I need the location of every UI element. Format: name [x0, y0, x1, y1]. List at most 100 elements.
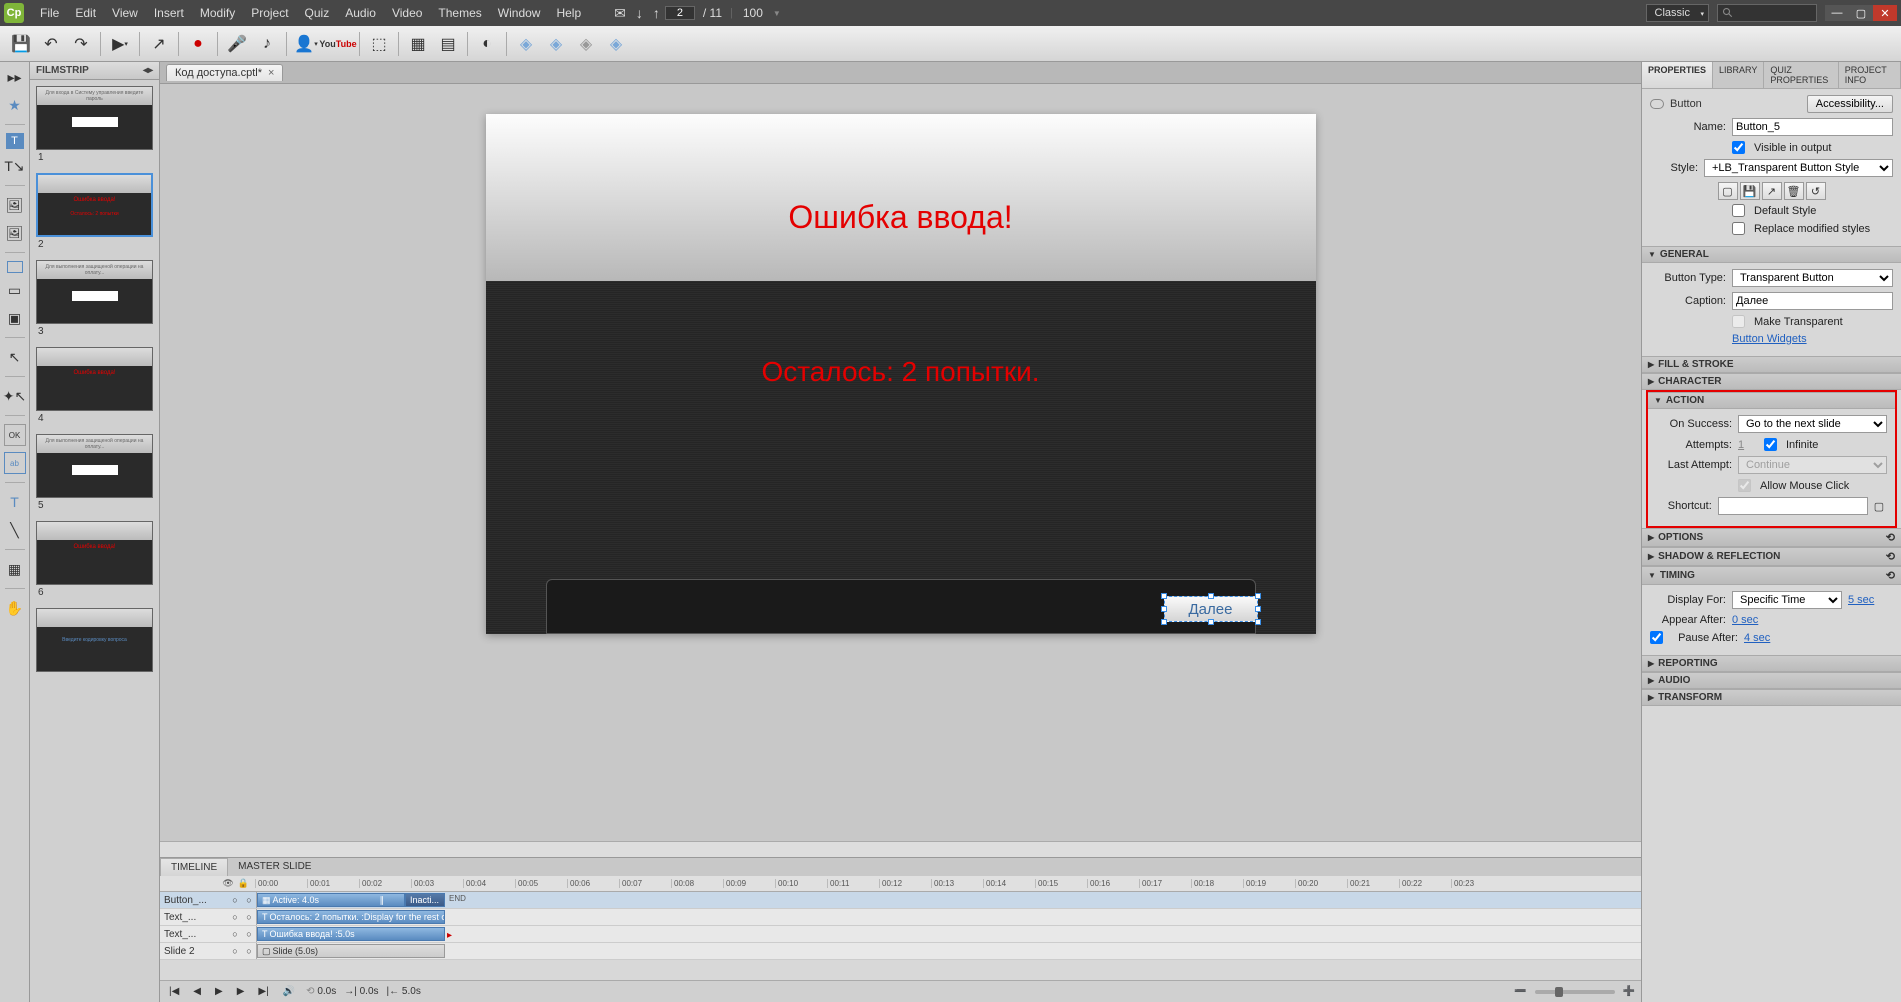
caption-input[interactable]: [1732, 292, 1893, 310]
eye-header-icon[interactable]: 👁: [222, 878, 233, 889]
tl-sound-icon[interactable]: 🔊: [280, 986, 298, 997]
menu-video[interactable]: Video: [384, 6, 430, 20]
style-delete-icon[interactable]: 🗑: [1784, 182, 1804, 200]
slide-thumb-6[interactable]: Ошибка ввода! 6: [36, 521, 153, 598]
button-tool-icon[interactable]: OK: [4, 424, 26, 446]
tab-close-icon[interactable]: ×: [268, 67, 274, 79]
interaction-icon[interactable]: ⬚: [364, 30, 394, 58]
timeline-row-text2[interactable]: Text_...○○ TОшибка ввода! :5.0s▸: [160, 926, 1641, 943]
master-slide-tab[interactable]: MASTER SLIDE: [228, 858, 321, 876]
name-input[interactable]: [1732, 118, 1893, 136]
zoom-box-icon[interactable]: ▣: [4, 307, 26, 329]
menu-help[interactable]: Help: [548, 6, 589, 20]
document-tab[interactable]: Код доступа.cptl* ×: [166, 64, 283, 81]
menu-project[interactable]: Project: [243, 6, 296, 20]
menu-insert[interactable]: Insert: [146, 6, 192, 20]
mail-icon[interactable]: ✉: [609, 5, 631, 22]
timeline-clip[interactable]: ▦Active: 4.0s∥: [257, 893, 405, 907]
section-shadow[interactable]: ▶SHADOW & REFLECTION⟲: [1642, 547, 1901, 566]
visible-checkbox[interactable]: [1732, 141, 1745, 154]
slide-canvas[interactable]: Ошибка ввода! Осталось: 2 попытки. Далее: [486, 114, 1316, 634]
style-save-icon[interactable]: 💾: [1740, 182, 1760, 200]
search-box[interactable]: [1717, 4, 1817, 22]
tab-properties[interactable]: PROPERTIES: [1642, 62, 1713, 88]
slide-thumb-7[interactable]: Введите кодировку вопроса: [36, 608, 153, 672]
canvas-h-scrollbar[interactable]: [160, 841, 1641, 857]
preview-icon[interactable]: ▶▾: [105, 30, 135, 58]
line-tool-icon[interactable]: ╲: [4, 519, 26, 541]
timeline-row-button[interactable]: Button_...○○ ▦Active: 4.0s∥Inacti...END: [160, 892, 1641, 909]
timeline-clip[interactable]: TОсталось: 2 попытки. :Display for the r…: [257, 910, 445, 924]
timeline-row-text1[interactable]: Text_...○○ TОсталось: 2 попытки. :Displa…: [160, 909, 1641, 926]
section-fill-stroke[interactable]: ▶FILL & STROKE: [1642, 356, 1901, 373]
smartshape-icon[interactable]: ◐: [472, 30, 502, 58]
character-icon[interactable]: 👤▾: [291, 30, 321, 58]
accessibility-button[interactable]: Accessibility...: [1807, 95, 1893, 113]
publish-icon[interactable]: ↗: [144, 30, 174, 58]
zoom-value[interactable]: 100: [733, 6, 773, 20]
minimize-button[interactable]: —: [1825, 5, 1849, 21]
shortcut-input[interactable]: [1718, 497, 1868, 515]
hand-tool-icon[interactable]: ✋: [4, 597, 26, 619]
current-slide-input[interactable]: [665, 6, 695, 20]
slide-thumb-3[interactable]: Для выполнения защищеной операции на опл…: [36, 260, 153, 337]
menu-audio[interactable]: Audio: [337, 6, 384, 20]
display-for-dropdown[interactable]: Specific Time: [1732, 591, 1842, 609]
text-entry-icon[interactable]: T↘: [4, 155, 26, 177]
on-success-dropdown[interactable]: Go to the next slide: [1738, 415, 1887, 433]
highlight-icon[interactable]: [7, 261, 23, 273]
shape1-icon[interactable]: ◈: [511, 30, 541, 58]
tl-zoom-in-icon[interactable]: ➕: [1623, 986, 1635, 997]
tl-zoom-out-icon[interactable]: ➖: [1514, 986, 1526, 997]
timeline-row-slide[interactable]: Slide 2○○ ▢Slide (5.0s): [160, 943, 1641, 960]
animation-icon[interactable]: ▦: [4, 558, 26, 580]
upload-icon[interactable]: ↑: [648, 5, 665, 21]
filmstrip-collapse-icon[interactable]: ◂▸: [143, 65, 153, 76]
section-transform[interactable]: ▶TRANSFORM: [1642, 689, 1901, 706]
timeline-clip[interactable]: TОшибка ввода! :5.0s: [257, 927, 445, 941]
star-tool-icon[interactable]: ★: [4, 94, 26, 116]
display-for-sec[interactable]: 5 sec: [1848, 594, 1874, 606]
appear-after-value[interactable]: 0 sec: [1732, 614, 1758, 626]
tl-next-icon[interactable]: ▶: [234, 986, 248, 997]
rollover-caption-icon[interactable]: ✦↖: [4, 385, 26, 407]
default-style-checkbox[interactable]: [1732, 204, 1745, 217]
refresh-icon[interactable]: ⟲: [1886, 550, 1895, 563]
tab-library[interactable]: LIBRARY: [1713, 62, 1764, 88]
workspace-dropdown[interactable]: Classic ▾: [1646, 4, 1709, 22]
button-widgets-link[interactable]: Button Widgets: [1732, 333, 1807, 345]
tl-last-icon[interactable]: ▶|: [255, 986, 271, 997]
tl-prev-icon[interactable]: ◀: [190, 986, 204, 997]
menu-view[interactable]: View: [104, 6, 146, 20]
image-icon[interactable]: 🖼: [4, 194, 26, 216]
shape4-icon[interactable]: ◈: [601, 30, 631, 58]
tl-play-icon[interactable]: ▶: [212, 986, 226, 997]
timeline-clip-inactive[interactable]: Inacti...: [405, 893, 445, 907]
section-general[interactable]: ▼GENERAL: [1642, 246, 1901, 263]
close-window-button[interactable]: ✕: [1873, 5, 1897, 21]
section-action[interactable]: ▼ACTION: [1648, 392, 1895, 409]
menu-edit[interactable]: Edit: [67, 6, 104, 20]
text-tool-icon[interactable]: T: [4, 491, 26, 513]
timeline-tab[interactable]: TIMELINE: [160, 858, 228, 876]
style-apply-icon[interactable]: ↗: [1762, 182, 1782, 200]
text-box-icon[interactable]: ab: [4, 452, 26, 474]
shape2-icon[interactable]: ◈: [541, 30, 571, 58]
download-icon[interactable]: ↓: [631, 5, 648, 21]
click-box-icon[interactable]: ▭: [4, 279, 26, 301]
slide-thumb-5[interactable]: Для выполнения защищеной операции на опл…: [36, 434, 153, 511]
text-caption-icon[interactable]: T: [6, 133, 24, 149]
timeline-clip[interactable]: ▢Slide (5.0s): [257, 944, 445, 958]
expand-icon[interactable]: ▸▸: [4, 66, 26, 88]
section-reporting[interactable]: ▶REPORTING: [1642, 655, 1901, 672]
grid-icon[interactable]: ▤: [433, 30, 463, 58]
filmstrip-list[interactable]: Для входа в Систему управления введите п…: [30, 80, 159, 1002]
tab-quiz-properties[interactable]: QUIZ PROPERTIES: [1764, 62, 1838, 88]
lock-header-icon[interactable]: 🔒: [238, 878, 249, 889]
redo-icon[interactable]: ↷: [66, 30, 96, 58]
save-icon[interactable]: 💾: [6, 30, 36, 58]
menu-themes[interactable]: Themes: [430, 6, 489, 20]
slide-thumb-1[interactable]: Для входа в Систему управления введите п…: [36, 86, 153, 163]
menu-window[interactable]: Window: [490, 6, 549, 20]
section-audio[interactable]: ▶AUDIO: [1642, 672, 1901, 689]
